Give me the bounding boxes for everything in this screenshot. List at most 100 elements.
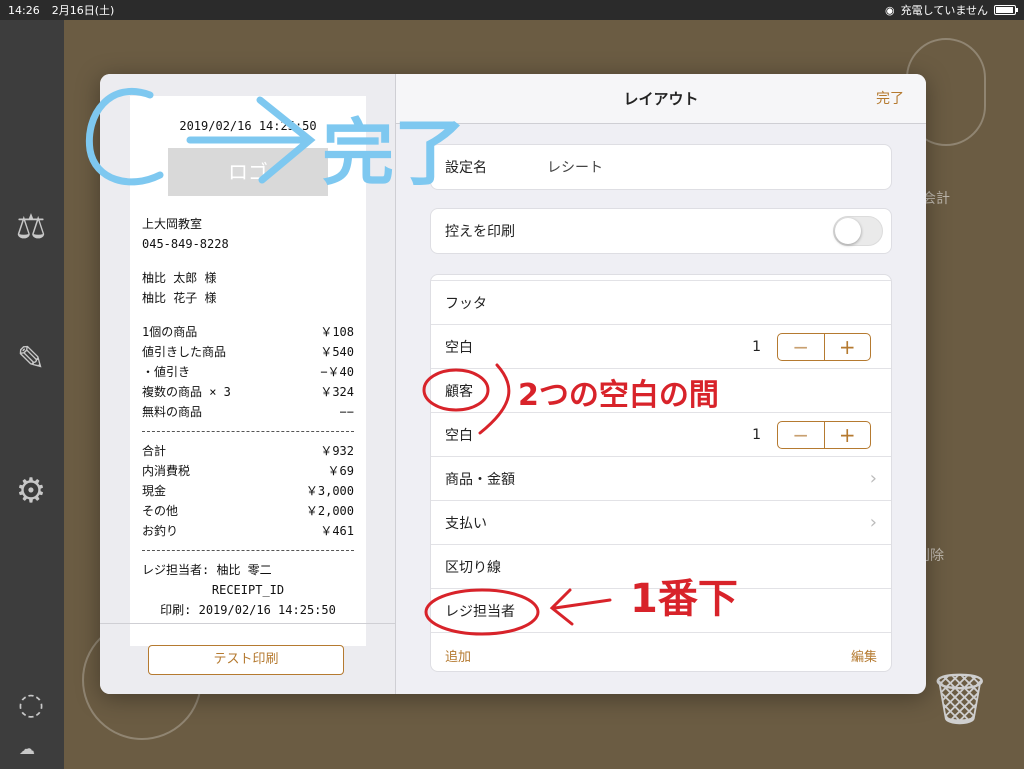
trash-icon[interactable]: 🗑 bbox=[928, 670, 991, 729]
layout-row-label: レジ担当者 bbox=[445, 603, 515, 620]
charging-status: 充電していません bbox=[900, 4, 988, 17]
receipt-total-row: お釣り ￥461 bbox=[142, 521, 354, 541]
page-title: レイアウト bbox=[623, 90, 699, 108]
status-bar: 14:26 2月16日(土) ◉ 充電していません bbox=[0, 0, 1024, 20]
status-date: 2月16日(土) bbox=[51, 4, 115, 17]
print-copy-row: 控えを印刷 bbox=[431, 209, 891, 253]
layout-row[interactable]: 区切り線 bbox=[431, 545, 891, 589]
receipt-item-row: 複数の商品 × 3 ￥324 bbox=[142, 382, 354, 402]
setting-name-label: 設定名 bbox=[445, 160, 487, 176]
receipt-datetime: 2019/02/16 14:25:50 bbox=[179, 119, 317, 133]
receipt-item-name: ・値引き bbox=[142, 365, 191, 379]
receipt-cashier: レジ担当者: 柚比 零二 bbox=[142, 563, 272, 577]
bg-label-total: 会計 bbox=[922, 191, 950, 207]
receipt-total-name: 現金 bbox=[142, 484, 167, 498]
layout-row[interactable]: 空白 1 − + bbox=[431, 325, 891, 369]
receipt-total-row: 現金 ￥3,000 bbox=[142, 481, 354, 501]
chevron-right-icon: › bbox=[869, 512, 877, 533]
receipt-item-price: −￥40 bbox=[320, 365, 354, 379]
cloud-sync-icon: ☁ bbox=[19, 739, 35, 758]
receipt-total-value: ￥69 bbox=[327, 464, 354, 478]
layout-row[interactable]: レジ担当者 bbox=[431, 589, 891, 633]
layout-row[interactable]: 顧客 bbox=[431, 369, 891, 413]
receipt-preview: 2019/02/16 14:25:50 ロゴ 上大岡教室 045-849-822… bbox=[130, 96, 366, 646]
layout-list-card: フッタ 空白 1 − + 顧客 空白 1 − + 商品・金額 › 支払い › 区切り bbox=[430, 274, 892, 672]
plus-icon[interactable]: + bbox=[825, 422, 871, 448]
left-sidebar: ⚖ ✎ ⚙ ◌ ☁ bbox=[0, 20, 64, 769]
scale-icon[interactable]: ⚖ bbox=[10, 206, 52, 248]
setting-name-row[interactable]: 設定名 レシート bbox=[431, 145, 891, 189]
layout-row[interactable]: フッタ bbox=[431, 281, 891, 325]
layout-row[interactable]: 商品・金額 › bbox=[431, 457, 891, 501]
layout-row-label: フッタ bbox=[445, 295, 487, 312]
blank-count: 1 bbox=[752, 426, 761, 443]
receipt-preview-pane: 2019/02/16 14:25:50 ロゴ 上大岡教室 045-849-822… bbox=[100, 74, 396, 694]
receipt-store-name: 上大岡教室 bbox=[142, 217, 203, 231]
status-time: 14:26 bbox=[8, 3, 40, 17]
status-right: ◉ 充電していません bbox=[885, 2, 1018, 18]
receipt-item-name: 複数の商品 × 3 bbox=[142, 385, 231, 399]
receipt-total-value: ￥932 bbox=[320, 444, 354, 458]
receipt-id: RECEIPT_ID bbox=[211, 583, 285, 597]
receipt-item-row: ・値引き −￥40 bbox=[142, 362, 354, 382]
avatar-icon[interactable]: ◌ bbox=[10, 684, 52, 726]
add-edit-row: 追加 編集 bbox=[431, 633, 891, 677]
receipt-store-phone: 045-849-8228 bbox=[142, 237, 229, 251]
layout-row-label: 顧客 bbox=[445, 383, 473, 400]
nav-bar: レイアウト 完了 bbox=[396, 74, 926, 124]
layout-row[interactable]: 支払い › bbox=[431, 501, 891, 545]
receipt-total-name: お釣り bbox=[142, 524, 179, 538]
receipt-printed: 印刷: 2019/02/16 14:25:50 bbox=[160, 603, 336, 617]
receipt-total-name: 合計 bbox=[142, 444, 167, 458]
setting-name-card: 設定名 レシート bbox=[430, 144, 892, 190]
edit-button[interactable]: 編集 bbox=[851, 646, 877, 665]
minus-icon[interactable]: − bbox=[778, 334, 825, 360]
layout-row-label: 空白 bbox=[445, 339, 473, 356]
chevron-right-icon: › bbox=[869, 468, 877, 489]
blank-stepper[interactable]: − + bbox=[777, 333, 871, 361]
wifi-icon: ◉ bbox=[885, 3, 895, 17]
receipt-divider bbox=[142, 550, 354, 551]
plus-icon[interactable]: + bbox=[825, 334, 871, 360]
receipt-item-price: ￥108 bbox=[320, 325, 354, 339]
receipt-total-name: その他 bbox=[142, 504, 179, 518]
print-copy-toggle[interactable] bbox=[833, 216, 883, 246]
receipt-customer: 柚比 花子 様 bbox=[142, 291, 217, 305]
layout-row-label: 区切り線 bbox=[445, 559, 501, 576]
receipt-divider bbox=[142, 431, 354, 432]
receipt-item-price: ￥540 bbox=[320, 345, 354, 359]
receipt-item-name: 1個の商品 bbox=[142, 325, 198, 339]
receipt-item-name: 値引きした商品 bbox=[142, 345, 227, 359]
add-button[interactable]: 追加 bbox=[445, 646, 471, 665]
layout-row-label: 空白 bbox=[445, 427, 473, 444]
setting-name-field[interactable]: レシート bbox=[547, 157, 603, 177]
battery-icon bbox=[994, 5, 1018, 15]
preview-divider bbox=[100, 623, 396, 624]
receipt-total-value: ￥3,000 bbox=[305, 484, 354, 498]
layout-row[interactable]: 空白 1 − + bbox=[431, 413, 891, 457]
test-print-button[interactable]: テスト印刷 bbox=[148, 645, 344, 675]
settings-gear-icon[interactable]: ⚙ bbox=[10, 470, 52, 512]
receipt-item-name: 無料の商品 bbox=[142, 405, 203, 419]
edit-icon[interactable]: ✎ bbox=[10, 338, 52, 380]
receipt-logo: ロゴ bbox=[168, 148, 328, 196]
receipt-item-row: 無料の商品 −− bbox=[142, 402, 354, 422]
receipt-total-row: その他 ￥2,000 bbox=[142, 501, 354, 521]
receipt-item-row: 1個の商品 ￥108 bbox=[142, 322, 354, 342]
receipt-customer: 柚比 太郎 様 bbox=[142, 271, 217, 285]
blank-count: 1 bbox=[752, 338, 761, 355]
receipt-item-row: 値引きした商品 ￥540 bbox=[142, 342, 354, 362]
layout-row-label: 支払い bbox=[445, 515, 487, 532]
receipt-total-row: 内消費税 ￥69 bbox=[142, 461, 354, 481]
receipt-item-price: −− bbox=[339, 405, 354, 419]
receipt-total-value: ￥2,000 bbox=[305, 504, 354, 518]
layout-row-label: 商品・金額 bbox=[445, 471, 515, 488]
print-copy-label: 控えを印刷 bbox=[445, 224, 515, 240]
print-copy-card: 控えを印刷 bbox=[430, 208, 892, 254]
layout-settings-pane: レイアウト 完了 設定名 レシート 控えを印刷 フッタ 空白 1 − + 顧客 … bbox=[396, 74, 926, 694]
done-button[interactable]: 完了 bbox=[876, 74, 904, 124]
receipt-total-row: 合計 ￥932 bbox=[142, 441, 354, 461]
blank-stepper[interactable]: − + bbox=[777, 421, 871, 449]
receipt-total-name: 内消費税 bbox=[142, 464, 191, 478]
minus-icon[interactable]: − bbox=[778, 422, 825, 448]
